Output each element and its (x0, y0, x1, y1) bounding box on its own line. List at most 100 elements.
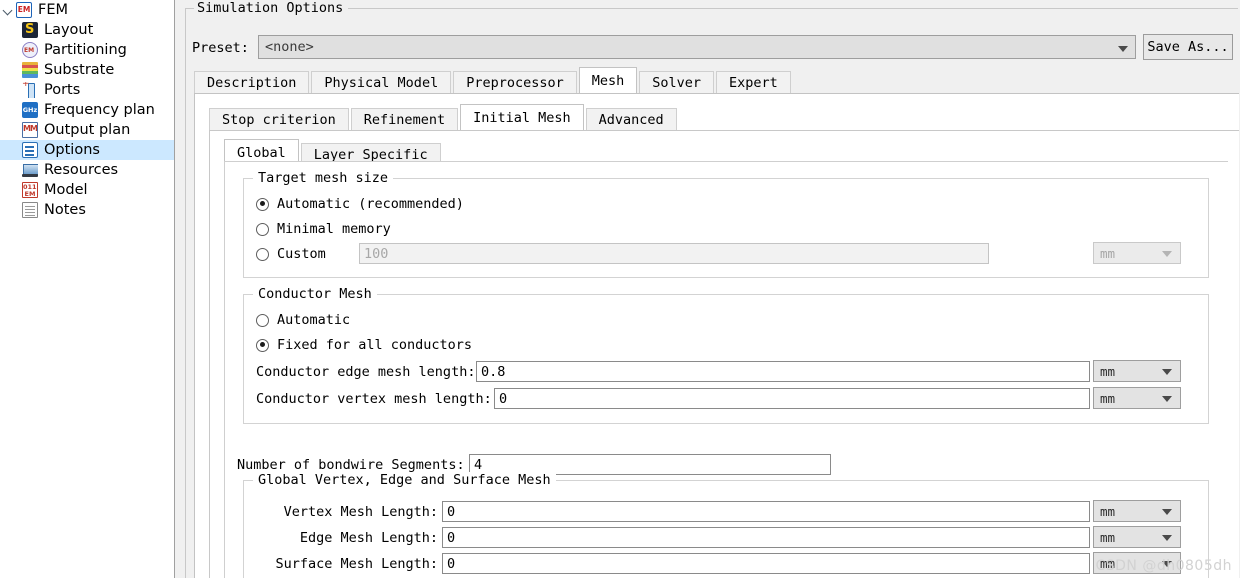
watermark: CSDN @dh0805dh (1095, 558, 1232, 574)
custom-mesh-unit-select[interactable]: mm (1093, 242, 1181, 264)
panel-splitter[interactable] (174, 0, 185, 578)
tree-item-ports[interactable]: Ports (0, 80, 174, 100)
layout-icon (22, 22, 38, 38)
tabs-level2[interactable]: Stop criterion Refinement Initial Mesh A… (209, 104, 679, 130)
radio-indicator[interactable] (256, 222, 269, 236)
tab-initial-mesh[interactable]: Initial Mesh (460, 104, 584, 130)
chevron-down-icon[interactable] (1162, 251, 1172, 257)
chevron-down-icon[interactable] (1162, 509, 1172, 515)
global-mesh-group: Global Vertex, Edge and Surface Mesh Ver… (243, 472, 1209, 578)
edge-mesh-unit-select[interactable]: mm (1093, 526, 1181, 548)
em-icon: EM (16, 2, 32, 18)
vertex-mesh-unit-select[interactable]: mm (1093, 500, 1181, 522)
conductor-vertex-unit-select[interactable]: mm (1093, 387, 1181, 409)
group-legend: Target mesh size (253, 170, 394, 186)
tab-solver[interactable]: Solver (639, 71, 715, 93)
preset-label: Preset: (192, 40, 249, 56)
tree-item-partitioning[interactable]: Partitioning (0, 40, 174, 60)
tab-expert[interactable]: Expert (716, 71, 791, 93)
model-icon: 0110EM (22, 182, 38, 198)
custom-mesh-size-input[interactable]: 100 (359, 243, 989, 264)
unit-value: mm (1100, 390, 1116, 406)
tree-item-label: Layout (44, 22, 94, 38)
vertex-mesh-length-input[interactable]: 0 (442, 501, 1090, 522)
initial-mesh-panel: Global Layer Specific Target mesh size A… (209, 130, 1239, 578)
radio-indicator[interactable] (256, 197, 269, 211)
mesh-tab-panel: Stop criterion Refinement Initial Mesh A… (194, 93, 1239, 578)
conductor-vertex-label: Conductor vertex mesh length: (256, 391, 492, 407)
tree-item-label: FEM (38, 2, 69, 18)
save-as-button[interactable]: Save As... (1143, 34, 1233, 60)
radio-indicator[interactable] (256, 338, 269, 352)
chevron-down-icon[interactable] (2, 3, 16, 17)
ports-icon (22, 82, 38, 98)
output-plan-icon (22, 122, 38, 138)
radio-automatic-recommended[interactable]: Automatic (recommended) (256, 195, 464, 213)
simulation-options-panel: Simulation Options Preset: <none> Save A… (185, 0, 1240, 578)
chevron-down-icon[interactable] (1162, 396, 1172, 402)
preset-select[interactable]: <none> (258, 35, 1136, 59)
edge-mesh-length-input[interactable]: 0 (442, 527, 1090, 548)
tree-item-output-plan[interactable]: Output plan (0, 120, 174, 140)
tree-item-label: Output plan (44, 122, 131, 138)
tree-item-label: Model (44, 182, 88, 198)
preset-value: <none> (265, 39, 314, 55)
radio-label: Automatic (277, 312, 351, 328)
radio-conductor-fixed[interactable]: Fixed for all conductors (256, 336, 472, 354)
radio-label: Automatic (recommended) (277, 196, 464, 212)
radio-indicator[interactable] (256, 313, 269, 327)
radio-custom[interactable]: Custom (256, 245, 326, 263)
radio-indicator[interactable] (256, 247, 269, 261)
group-legend: Conductor Mesh (253, 286, 377, 302)
conductor-edge-unit-select[interactable]: mm (1093, 360, 1181, 382)
tab-description[interactable]: Description (194, 71, 310, 93)
radio-label: Custom (277, 246, 326, 262)
chevron-down-icon[interactable] (1162, 535, 1172, 541)
tree-item-notes[interactable]: Notes (0, 200, 174, 220)
tree-item-substrate[interactable]: Substrate (0, 60, 174, 80)
conductor-edge-input[interactable]: 0.8 (476, 361, 1090, 382)
tree-item-layout[interactable]: Layout (0, 20, 174, 40)
tree-item-label: Substrate (44, 62, 115, 78)
tree-item-label: Options (44, 142, 100, 158)
tree-item-options[interactable]: Options (0, 140, 174, 160)
group-legend: Global Vertex, Edge and Surface Mesh (253, 472, 556, 488)
tree-item-label: Partitioning (44, 42, 127, 58)
tab-refinement[interactable]: Refinement (350, 108, 459, 130)
group-title: Simulation Options (194, 0, 349, 16)
notes-icon (22, 202, 38, 218)
partitioning-icon (22, 42, 38, 58)
vertex-mesh-length-label: Vertex Mesh Length: (283, 504, 438, 520)
tree-item-label: Frequency plan (44, 102, 155, 118)
tabs-level1[interactable]: Description Physical Model Preprocessor … (194, 67, 1234, 93)
ghz-icon: GHz (22, 102, 38, 118)
surface-mesh-length-label: Surface Mesh Length: (275, 556, 438, 572)
tree-item-label: Resources (44, 162, 119, 178)
chevron-down-icon[interactable] (1162, 369, 1172, 375)
conductor-mesh-group: Conductor Mesh Automatic Fixed for all c… (243, 286, 1209, 424)
surface-mesh-length-input[interactable]: 0 (442, 553, 1090, 574)
navigation-tree[interactable]: EM FEM Layout Partitioning Substrate Por… (0, 0, 174, 578)
radio-minimal-memory[interactable]: Minimal memory (256, 220, 391, 238)
tab-mesh[interactable]: Mesh (578, 67, 638, 93)
radio-conductor-automatic[interactable]: Automatic (256, 311, 350, 329)
tab-advanced[interactable]: Advanced (585, 108, 677, 130)
resources-icon (22, 162, 38, 178)
options-icon (22, 142, 38, 158)
conductor-vertex-input[interactable]: 0 (494, 388, 1090, 409)
unit-value: mm (1100, 529, 1116, 545)
tree-item-fem[interactable]: EM FEM (0, 0, 174, 20)
tab-stop-criterion[interactable]: Stop criterion (209, 108, 349, 130)
unit-value: mm (1100, 503, 1116, 519)
simulation-options-group: Simulation Options Preset: <none> Save A… (185, 0, 1239, 578)
tree-item-resources[interactable]: Resources (0, 160, 174, 180)
chevron-down-icon[interactable] (1118, 46, 1128, 52)
edge-mesh-length-label: Edge Mesh Length: (299, 530, 438, 546)
tree-item-frequency-plan[interactable]: GHz Frequency plan (0, 100, 174, 120)
radio-label: Minimal memory (277, 221, 391, 237)
tree-item-label: Ports (44, 82, 81, 98)
tree-item-model[interactable]: 0110EM Model (0, 180, 174, 200)
unit-value: mm (1100, 245, 1116, 261)
tab-physical-model[interactable]: Physical Model (311, 71, 452, 93)
tab-preprocessor[interactable]: Preprocessor (453, 71, 577, 93)
